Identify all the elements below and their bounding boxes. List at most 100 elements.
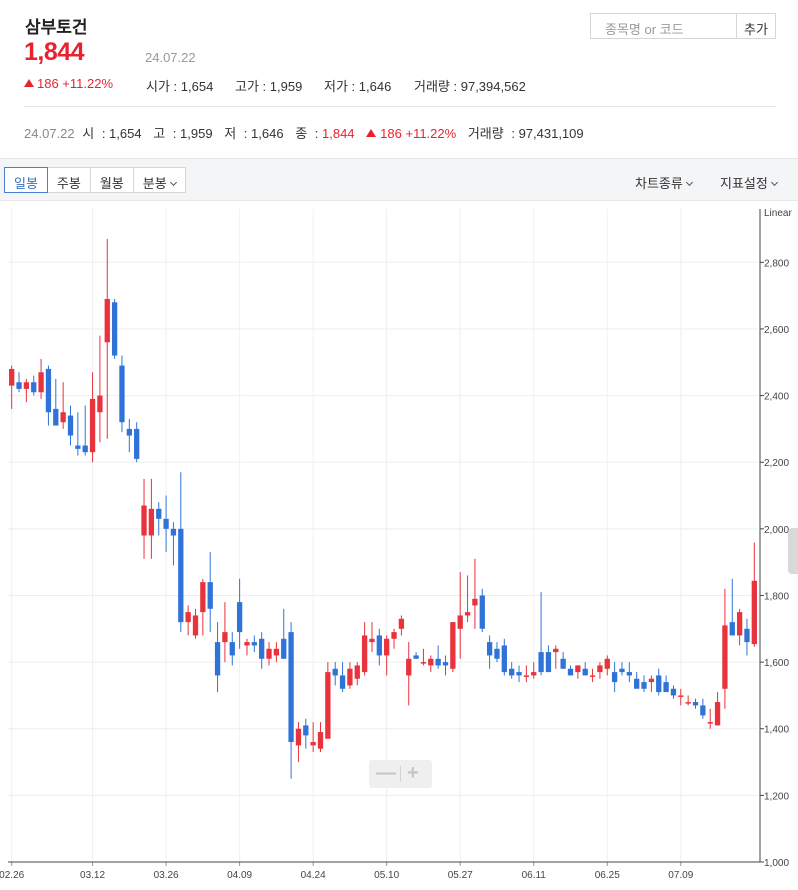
candle: [442, 655, 449, 676]
candle-body: [751, 580, 757, 645]
candle-body: [582, 668, 588, 676]
candle: [23, 378, 30, 403]
summary-high: 고 : 1,959: [153, 126, 213, 141]
current-price: 1,844: [24, 38, 85, 66]
candle-body: [648, 678, 655, 683]
stat-label: 고가: [235, 79, 259, 94]
candle: [428, 655, 434, 673]
candle-body: [317, 732, 324, 749]
candle-body: [575, 665, 581, 673]
candle: [486, 635, 493, 669]
candle: [560, 652, 566, 669]
tab-minute-label: 분봉: [142, 176, 167, 191]
candle-body: [744, 628, 750, 643]
zoom-out-icon[interactable]: —: [376, 762, 396, 785]
candle-body: [259, 638, 265, 659]
y-tick-label: 2,400: [764, 392, 789, 403]
indicator-settings-dropdown[interactable]: 지표설정: [720, 173, 778, 192]
summary-low-label: 저: [224, 126, 237, 141]
candle-body: [369, 638, 375, 643]
candle: [185, 605, 191, 636]
candle: [516, 665, 522, 683]
candle: [707, 708, 713, 729]
candle: [538, 592, 544, 676]
candle-body: [31, 382, 37, 393]
candle: [464, 575, 471, 623]
candle: [509, 662, 515, 679]
candle-body: [626, 672, 632, 676]
candle: [582, 662, 588, 676]
tab-monthly[interactable]: 월봉: [89, 167, 134, 193]
period-tabs: 일봉 주봉 월봉 분봉: [4, 167, 186, 193]
candle: [97, 335, 103, 443]
candle: [75, 412, 81, 456]
search-input[interactable]: 종목명 or 코드: [590, 13, 736, 39]
candle: [692, 698, 699, 709]
x-tick-label: 02.26: [0, 870, 25, 881]
candle: [222, 602, 228, 663]
x-tick-label: 04.09: [227, 870, 252, 881]
chevron-down-icon: [169, 178, 177, 187]
candle-body: [501, 645, 507, 673]
candle-body: [553, 648, 559, 653]
candle-body: [641, 682, 647, 689]
tab-daily[interactable]: 일봉: [4, 167, 48, 193]
candle-body: [589, 675, 596, 677]
summary-change-text: 186 +11.22%: [380, 126, 457, 141]
candle-body: [347, 668, 353, 686]
x-tick-label: 06.25: [595, 870, 620, 881]
candle-body: [185, 612, 191, 623]
candle: [148, 478, 155, 559]
candle: [472, 558, 478, 629]
candle: [9, 365, 15, 409]
price-change: 186 +11.22%: [24, 76, 113, 91]
side-panel-toggle[interactable]: [788, 528, 798, 574]
candle: [685, 695, 691, 706]
candle: [295, 722, 302, 763]
y-tick-label: 1,000: [764, 858, 789, 869]
x-tick-label: 03.26: [154, 870, 179, 881]
candle-body: [207, 582, 213, 609]
candle-body: [303, 725, 309, 736]
candle: [60, 382, 66, 429]
candle-body: [281, 638, 287, 659]
stat-value: 1,654: [180, 79, 214, 94]
candle-body: [604, 658, 610, 669]
candle-body: [236, 602, 243, 633]
candle-body: [523, 675, 530, 677]
tab-weekly[interactable]: 주봉: [46, 167, 91, 193]
candle-body: [722, 625, 728, 689]
stat-label: 저가: [324, 79, 348, 94]
candle: [288, 622, 294, 779]
candle-body: [23, 382, 30, 389]
tab-minute[interactable]: 분봉: [132, 167, 186, 193]
candle: [376, 628, 382, 666]
candle: [611, 662, 618, 693]
candle-body: [656, 675, 662, 693]
candle: [391, 628, 397, 649]
candle: [119, 355, 125, 433]
candle-body: [406, 658, 412, 676]
candle-body: [714, 702, 721, 726]
candle-body: [192, 615, 199, 636]
candle-body: [45, 368, 52, 413]
candle-body: [97, 395, 103, 413]
chart-type-label: 차트종류: [635, 176, 683, 191]
candle: [178, 472, 184, 633]
candle-body: [229, 642, 235, 656]
zoom-in-icon[interactable]: +: [407, 762, 419, 785]
candle-body: [156, 508, 162, 519]
candle: [678, 688, 684, 706]
candle-body: [428, 658, 434, 666]
stat-value: 1,646: [358, 79, 392, 94]
x-tick-label: 05.27: [448, 870, 473, 881]
candle-body: [38, 372, 44, 393]
chart-type-dropdown[interactable]: 차트종류: [635, 173, 693, 192]
zoom-control: — +: [369, 760, 432, 788]
candle: [361, 622, 368, 676]
candle: [751, 542, 757, 647]
add-button[interactable]: 추가: [736, 13, 776, 39]
candle-body: [75, 445, 81, 449]
x-tick-label: 07.09: [668, 870, 693, 881]
candle: [192, 608, 199, 639]
